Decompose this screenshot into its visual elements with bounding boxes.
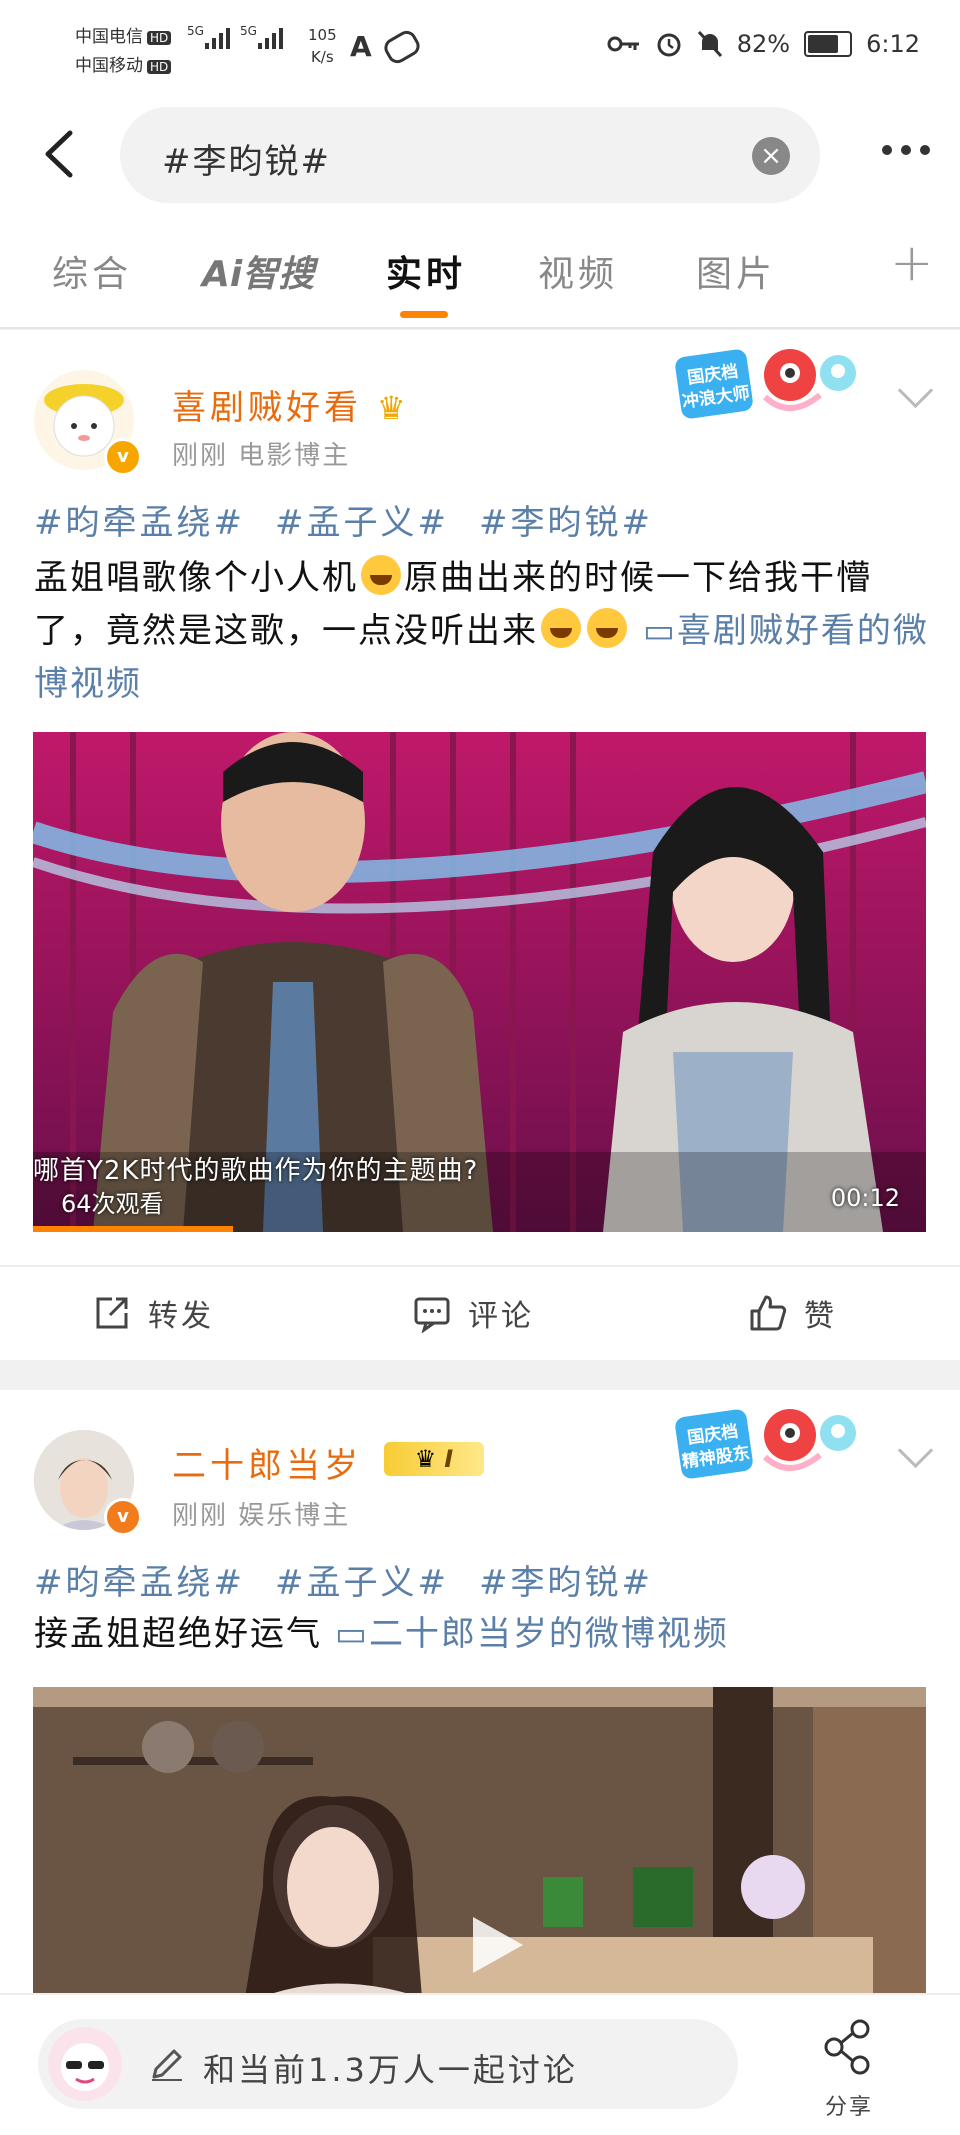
net-speed: 105 K/s	[308, 26, 337, 66]
username[interactable]: 二十郎当岁	[172, 1438, 362, 1487]
hashtag-link[interactable]: #孟子义#	[275, 503, 449, 543]
video-player[interactable]: 哪首Y2K时代的歌曲作为你的主题曲? 64次观看 00:12	[33, 732, 926, 1232]
search-header: #李昀锐# ×	[0, 95, 960, 215]
carrier-2: 中国移动 HD	[75, 51, 172, 76]
tab-ai-search[interactable]: Ai智搜	[202, 245, 314, 297]
post-text: 孟姐唱歌像个小人机 原曲出来的时候一下给我干懵了，竟然是这歌，一点没听出来 ▭喜剧…	[34, 552, 934, 711]
rofl-emoji-icon	[587, 608, 627, 648]
rofl-emoji-icon	[541, 608, 581, 648]
chevron-down-icon[interactable]	[897, 1432, 934, 1469]
alarm-icon	[657, 33, 681, 57]
pencil-icon	[152, 2049, 182, 2081]
repost-button[interactable]: 转发	[92, 1291, 214, 1335]
tab-bar: 综合 Ai智搜 实时 视频 图片 +	[0, 215, 960, 329]
post-card-1: v 喜剧贼好看 ♛ 刚刚 电影博主 国庆档 冲浪大师 #昀牵孟绕# #孟子义# #李…	[0, 330, 960, 1360]
view-count: 64次观看	[61, 1190, 164, 1218]
chevron-down-icon[interactable]	[897, 372, 934, 409]
comment-icon	[414, 1297, 450, 1333]
tab-indicator	[400, 311, 448, 318]
signal-icon-2	[258, 28, 283, 49]
tab-realtime[interactable]: 实时	[386, 245, 466, 297]
tab-video[interactable]: 视频	[538, 245, 618, 297]
share-icon	[824, 2019, 870, 2075]
net-type-1: 5G	[187, 24, 204, 38]
close-icon[interactable]: ×	[752, 137, 790, 175]
add-tab-icon[interactable]: +	[890, 233, 934, 293]
carrier-1: 中国电信 HD	[75, 22, 172, 47]
crown-icon: ♛	[376, 389, 410, 427]
video-duration: 00:12	[830, 1184, 900, 1212]
hashtag-link[interactable]: #李昀锐#	[479, 503, 653, 543]
share-button[interactable]	[820, 2017, 876, 2081]
hashtag-link[interactable]: #李昀锐#	[479, 1563, 653, 1603]
bottom-bar: 和当前1.3万人一起讨论 分享	[0, 1993, 960, 2135]
post-text: 接孟姐超绝好运气 ▭二十郎当岁的微博视频	[34, 1614, 729, 1654]
a-icon: A	[350, 30, 372, 63]
member-level-badge: ♛ I	[384, 1442, 484, 1476]
status-right: 82% 6:12	[607, 30, 920, 58]
verified-badge-icon: v	[104, 438, 142, 476]
status-bar: 中国电信 HD 中国移动 HD 5G 5G 105 K/s A 82% 6:12	[0, 0, 960, 95]
net-type-2: 5G	[240, 24, 257, 38]
hashtags: #昀牵孟绕# #孟子义# #李昀锐#	[34, 1555, 683, 1604]
action-bar: 转发 评论 赞	[0, 1265, 960, 1361]
my-avatar	[48, 2027, 122, 2101]
comment-button[interactable]: 评论	[412, 1291, 534, 1335]
video-caption: 哪首Y2K时代的歌曲作为你的主题曲?	[33, 1156, 479, 1186]
hashtag-link[interactable]: #昀牵孟绕#	[34, 1563, 245, 1603]
more-icon[interactable]	[882, 145, 930, 155]
key-icon	[607, 36, 639, 52]
tab-images[interactable]: 图片	[696, 245, 776, 297]
mute-bell-icon	[697, 30, 722, 58]
like-button[interactable]: 赞	[748, 1291, 837, 1335]
tab-comprehensive[interactable]: 综合	[52, 245, 132, 297]
post-meta: 刚刚 电影博主	[172, 441, 351, 471]
crown-icon: ♛	[414, 1445, 437, 1473]
event-stamp: 国庆档 冲浪大师	[675, 349, 856, 419]
event-stamp: 国庆档 精神股东	[675, 1409, 856, 1479]
post-meta: 刚刚 娱乐博主	[172, 1501, 351, 1531]
back-icon[interactable]	[40, 129, 80, 179]
discuss-input[interactable]: 和当前1.3万人一起讨论	[38, 2019, 738, 2109]
verified-badge-icon: v	[104, 1498, 142, 1536]
search-query: #李昀锐#	[162, 142, 331, 182]
clock: 6:12	[866, 30, 920, 58]
hashtags: #昀牵孟绕# #孟子义# #李昀锐#	[34, 495, 683, 544]
video-thumbnail	[33, 1687, 926, 2010]
battery-percent: 82%	[736, 30, 791, 58]
username[interactable]: 喜剧贼好看 ♛	[172, 380, 410, 429]
video-link[interactable]: ▭二十郎当岁的微博视频	[335, 1614, 729, 1654]
post-card-2: v 二十郎当岁 ♛ I 刚刚 娱乐博主 国庆档 精神股东 #昀牵孟绕# #孟子义# #…	[0, 1390, 960, 2010]
search-input[interactable]: #李昀锐# ×	[120, 107, 820, 203]
grin-emoji-icon	[361, 555, 401, 595]
battery-icon	[804, 31, 853, 57]
hashtag-link[interactable]: #昀牵孟绕#	[34, 503, 245, 543]
signal-icon	[205, 28, 230, 49]
link-icon	[380, 27, 424, 67]
repost-icon	[96, 1297, 128, 1329]
video-player[interactable]	[33, 1687, 926, 2010]
thumbs-up-icon	[750, 1295, 787, 1331]
hashtag-link[interactable]: #孟子义#	[275, 1563, 449, 1603]
discuss-placeholder: 和当前1.3万人一起讨论	[203, 2051, 578, 2089]
share-label: 分享	[825, 2095, 874, 2120]
